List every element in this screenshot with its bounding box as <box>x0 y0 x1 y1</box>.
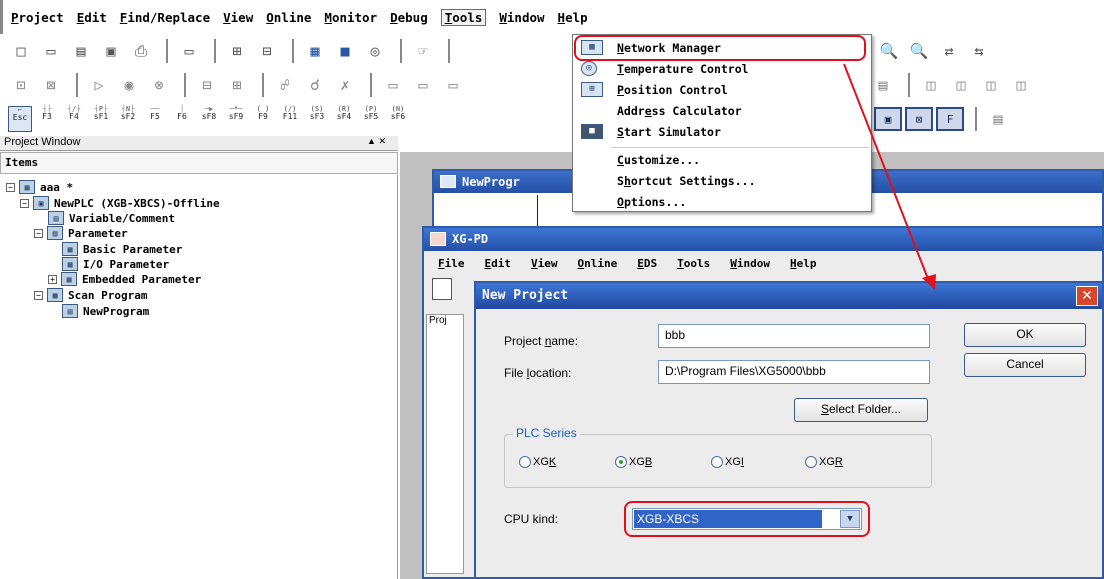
arrow-line <box>843 63 931 285</box>
arrow-head <box>922 274 936 290</box>
annotation-arrow <box>843 63 936 290</box>
